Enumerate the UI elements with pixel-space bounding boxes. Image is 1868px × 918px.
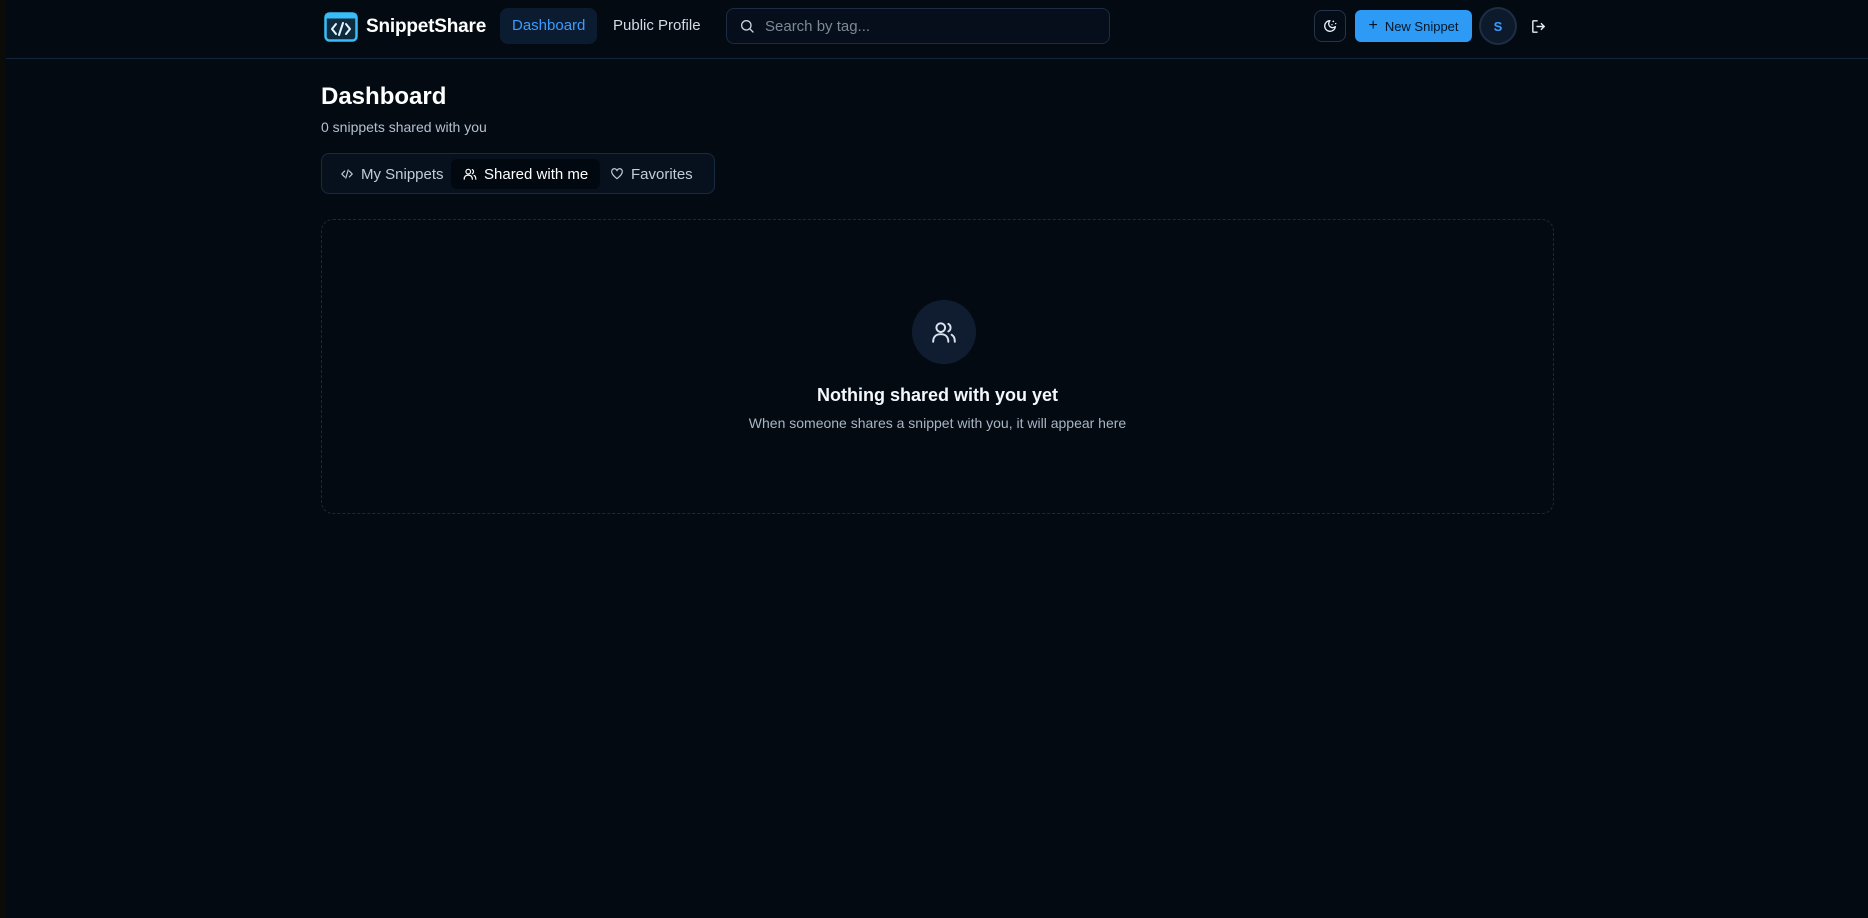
page-subtitle: 0 snippets shared with you (321, 119, 487, 135)
empty-state-card: Nothing shared with you yet When someone… (321, 219, 1554, 514)
empty-state-title: Nothing shared with you yet (816, 385, 1058, 405)
theme-toggle-button[interactable] (1314, 10, 1346, 42)
tab-shared-with-me-label: Shared with me (484, 165, 589, 183)
empty-state-icon-circle (912, 300, 976, 364)
plus-icon: + (1368, 17, 1378, 34)
tab-shared-with-me[interactable]: Shared with me (451, 159, 601, 189)
theme-toggle-icon (1324, 20, 1337, 32)
nav-dashboard[interactable]: Dashboard (500, 8, 598, 44)
page-title: Dashboard (321, 83, 447, 110)
dashboard-tabs: My Snippets Shared with me Favorites (321, 153, 715, 194)
logout-icon (1531, 19, 1545, 33)
users-icon (932, 322, 956, 343)
tab-my-snippets-label: My Snippets (361, 165, 444, 183)
brand-name: SnippetShare (366, 16, 487, 37)
code-icon (341, 169, 353, 179)
new-snippet-label: New Snippet (1384, 18, 1459, 34)
user-avatar[interactable]: S (1481, 9, 1515, 43)
code-window-icon (324, 12, 358, 42)
tab-favorites-label: Favorites (631, 165, 693, 183)
top-navigation-bar: SnippetShare Dashboard Public Profile + … (6, 0, 1868, 59)
empty-state-description: When someone shares a snippet with you, … (748, 415, 1127, 431)
new-snippet-button[interactable]: + New Snippet (1355, 10, 1472, 42)
heart-icon (611, 168, 623, 180)
search-box (726, 8, 1110, 44)
brand-link[interactable]: SnippetShare (324, 10, 486, 44)
users-icon (463, 168, 477, 180)
logout-button[interactable] (1526, 14, 1550, 38)
app-root: SnippetShare Dashboard Public Profile + … (6, 0, 1868, 918)
search-input[interactable] (763, 16, 1087, 36)
nav-public-profile[interactable]: Public Profile (601, 8, 713, 44)
tab-my-snippets[interactable]: My Snippets (328, 159, 456, 189)
tab-favorites[interactable]: Favorites (598, 159, 705, 189)
search-icon (741, 20, 754, 33)
